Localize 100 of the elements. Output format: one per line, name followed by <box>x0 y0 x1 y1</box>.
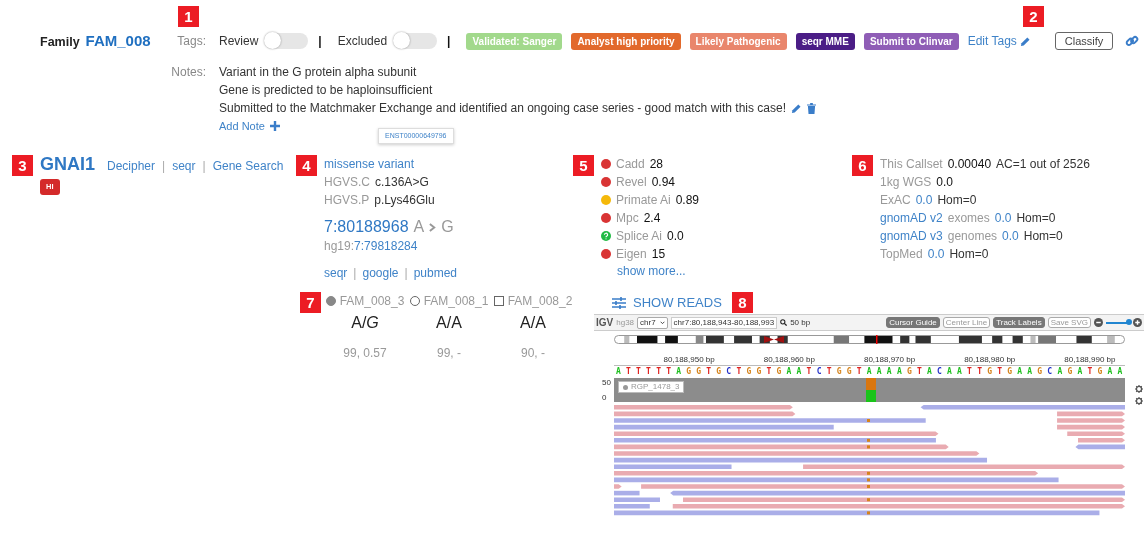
predictor-name: Eigen <box>616 246 647 263</box>
search-link[interactable]: google <box>362 264 399 282</box>
igv-toggle-button[interactable]: Save SVG <box>1047 317 1091 328</box>
frequency-link[interactable]: 0.0 <box>1002 227 1019 245</box>
callout-marker: 1 <box>178 6 199 27</box>
add-note-link[interactable]: Add Note <box>219 117 265 135</box>
genotype-quality: 90, - <box>521 346 545 360</box>
note-text: Submitted to the Matchmaker Exchange and identified an ongoing case series - good match with this case! <box>219 100 786 117</box>
hgvs-value: p.Lys46Glu <box>374 192 435 209</box>
allele-count: Hom=0 <box>1016 210 1056 227</box>
hgvs-label: HGVS.P <box>324 192 370 209</box>
callout-marker: 7 <box>300 292 321 313</box>
gene-link[interactable]: seqr <box>172 157 196 175</box>
population-label: 1kg WGS <box>880 174 932 191</box>
toggle-label: Review <box>219 34 259 48</box>
allele-count: AC=1 out of 2526 <box>996 156 1090 173</box>
separator: | <box>447 34 451 48</box>
predictor-name: Cadd <box>616 156 645 173</box>
show-more-link[interactable]: show more... <box>617 263 700 279</box>
tag-label[interactable]: seqr MME <box>795 32 855 50</box>
note-text: Gene is predicted to be haploinsufficient <box>219 82 433 99</box>
callout-marker: 8 <box>731 292 753 313</box>
family-label: Family <box>40 35 80 49</box>
igv-toggle-button[interactable]: Center Line <box>942 317 991 328</box>
population-link[interactable]: gnomAD v3 <box>880 227 943 245</box>
settings-icon[interactable] <box>1135 397 1143 405</box>
ruler-label: 80,188,980 bp <box>964 355 1016 364</box>
frequency-link[interactable]: 0.0 <box>927 245 945 263</box>
settings-icon[interactable] <box>1135 385 1143 393</box>
callout-marker: 3 <box>12 155 33 176</box>
predictor-name: Splice Ai <box>616 228 663 245</box>
pencil-icon[interactable] <box>1019 35 1031 47</box>
search-link[interactable]: seqr <box>324 264 348 282</box>
show-reads-button[interactable]: SHOW READS <box>612 295 722 310</box>
tag-label[interactable]: Likely Pathogenic <box>689 32 787 50</box>
caret-icon <box>659 320 665 325</box>
frequency-link[interactable]: 0.0 <box>994 209 1012 227</box>
tag-label[interactable]: Analyst high priority <box>571 32 681 50</box>
consequence-link[interactable]: missense variant <box>324 155 457 173</box>
trash-icon[interactable] <box>807 102 816 114</box>
allele-count: Hom=0 <box>937 192 977 209</box>
frequency-link[interactable]: 0.0 <box>915 191 933 209</box>
toggle-switch[interactable] <box>393 33 438 49</box>
igv-toggle-button[interactable]: Track Labels <box>993 317 1045 328</box>
search-icon[interactable] <box>780 319 788 326</box>
chromosome-select[interactable]: chr7 <box>637 316 668 329</box>
genome-label: hg38 <box>616 318 635 327</box>
hgvs-value: c.136A>G <box>375 174 429 191</box>
tag-label[interactable]: Submit to Clinvar <box>863 32 959 50</box>
population-label: TopMed <box>880 246 923 263</box>
ruler-label: 80,188,950 bp <box>663 355 715 364</box>
gene-link[interactable]: Gene Search <box>212 157 284 175</box>
population-label: This Callset <box>880 156 943 173</box>
igv-toggle-button[interactable]: Cursor Guide <box>886 317 940 328</box>
predictor-score: 0.94 <box>651 174 676 191</box>
plus-icon[interactable] <box>269 121 280 131</box>
search-link[interactable]: pubmed <box>413 264 457 282</box>
position-link[interactable]: 7:80188968 <box>324 217 409 237</box>
igv-logo: IGV <box>596 317 614 328</box>
population-link[interactable]: gnomAD v2 <box>880 209 943 227</box>
predictor-score: 0.0 <box>667 228 684 245</box>
predictor-name: Mpc <box>616 210 639 227</box>
alt-allele: G <box>441 217 454 237</box>
track-label: RGP_1478_3 <box>618 381 685 393</box>
hg19-position-link[interactable]: 7:79818284 <box>354 237 418 255</box>
notes-label: Notes: <box>170 64 206 81</box>
zoom-slider[interactable] <box>1106 321 1130 324</box>
family-link[interactable]: FAM_008 <box>85 32 151 49</box>
edit-tags-link[interactable]: Edit Tags <box>967 34 1017 48</box>
gene-link[interactable]: Decipher <box>107 157 156 175</box>
individual-id: FAM_008_2 <box>507 293 573 310</box>
chevron-right-icon <box>429 222 437 232</box>
allele-bar <box>866 378 876 402</box>
predictor-name: Primate Ai <box>616 192 671 209</box>
chromosome-ideogram[interactable] <box>614 335 1125 344</box>
note-text: Variant in the G protein alpha subunit <box>219 64 417 81</box>
toggle-switch[interactable] <box>264 33 309 49</box>
ruler-label: 80,188,990 bp <box>1064 355 1116 364</box>
callout-marker: 5 <box>573 155 594 176</box>
locus-field[interactable]: chr7:80,188,943-80,188,993 <box>670 316 778 329</box>
predictor-name: Revel <box>616 174 647 191</box>
predictor-score: 28 <box>649 156 664 173</box>
predictor-score: 15 <box>651 246 666 263</box>
frequency-value: 0.00040 <box>947 156 992 173</box>
link-icon[interactable] <box>1125 34 1140 48</box>
zoom-out-icon[interactable] <box>1094 318 1103 327</box>
gene-symbol-link[interactable]: GNAI1 <box>40 155 95 173</box>
callout-marker: 6 <box>852 155 873 176</box>
callout-marker: 4 <box>296 155 317 176</box>
genotype: A/A <box>520 314 546 332</box>
population-label: genomes <box>947 228 998 245</box>
tags-label: Tags: <box>176 33 206 50</box>
pencil-icon[interactable] <box>791 102 802 114</box>
population-label: ExAC <box>880 192 911 209</box>
zoom-in-icon[interactable] <box>1133 318 1142 327</box>
separator: | <box>162 158 166 175</box>
individual-id: FAM_008_1 <box>423 293 489 310</box>
classify-button[interactable]: Classify <box>1054 32 1114 50</box>
allele-count: Hom=0 <box>949 246 989 263</box>
hg19-label: hg19: <box>324 238 355 255</box>
